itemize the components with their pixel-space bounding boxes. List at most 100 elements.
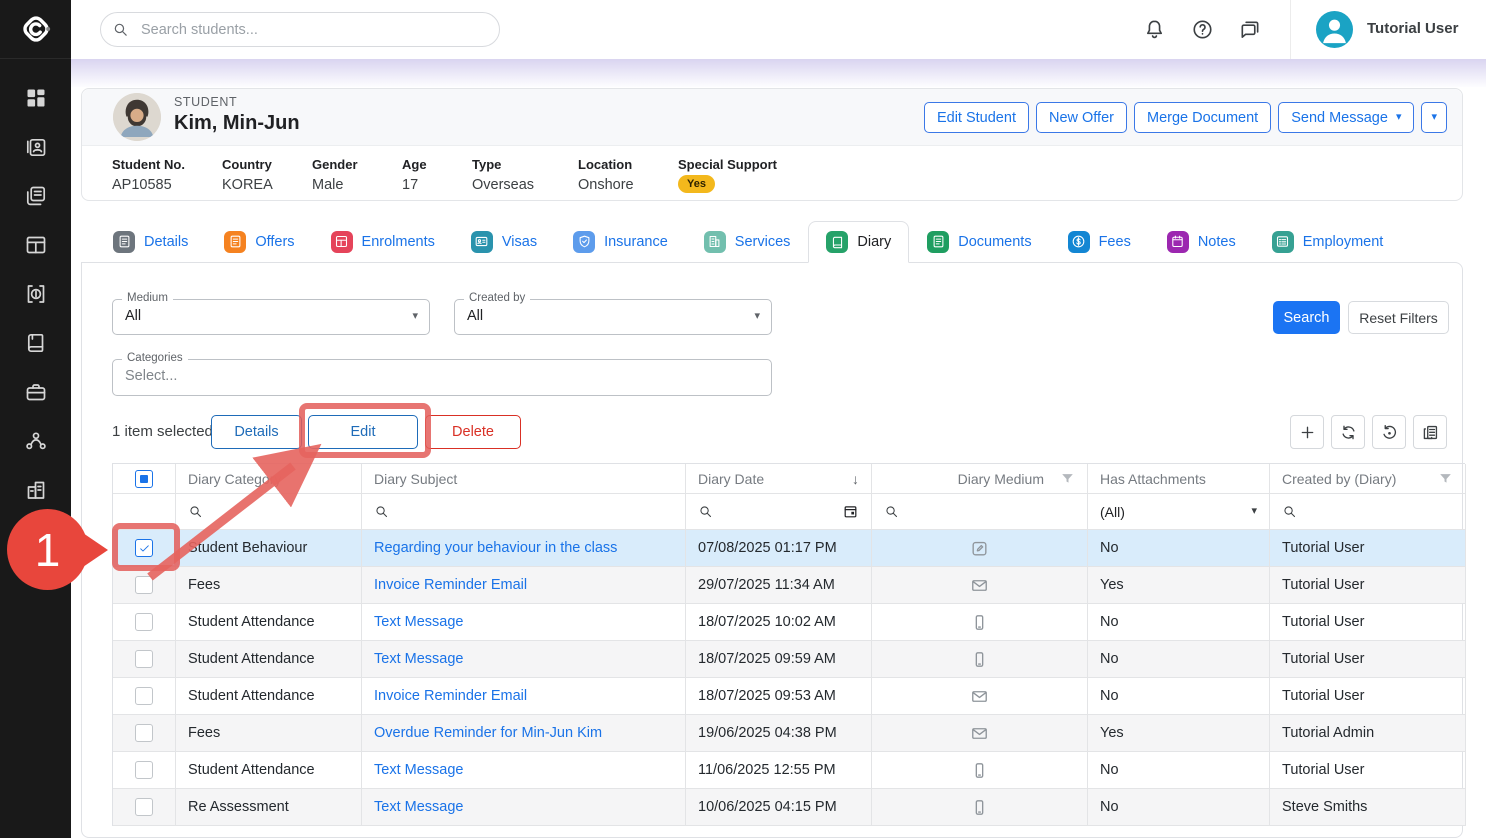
sidebar-item-enrolments[interactable] xyxy=(24,233,48,257)
diary-subject-link[interactable]: Overdue Reminder for Min-Jun Kim xyxy=(374,725,602,741)
tab-notes[interactable]: Notes xyxy=(1149,221,1254,262)
row-checkbox[interactable] xyxy=(135,761,153,779)
revert-button[interactable] xyxy=(1372,415,1406,449)
details-button[interactable]: Details xyxy=(211,415,302,449)
tab-label: Diary xyxy=(857,234,891,250)
tab-employment[interactable]: Employment xyxy=(1254,221,1402,262)
filter-cell-has-attachments[interactable]: (All)▾ xyxy=(1088,494,1270,530)
column-header-created-by-diary-[interactable]: Created by (Diary) xyxy=(1270,464,1466,494)
filter-cell-empty xyxy=(113,494,176,530)
topbar-gradient xyxy=(71,59,1486,87)
row-checkbox[interactable] xyxy=(135,539,153,557)
edit-student-button[interactable]: Edit Student xyxy=(924,102,1029,133)
table-row[interactable]: FeesOverdue Reminder for Min-Jun Kim19/0… xyxy=(113,715,1465,752)
filter-cell-diary-category[interactable] xyxy=(176,494,362,530)
tab-enrolments[interactable]: Enrolments xyxy=(313,221,453,262)
column-header-diary-subject[interactable]: Diary Subject xyxy=(362,464,686,494)
column-header-has-attachments[interactable]: Has Attachments xyxy=(1088,464,1270,494)
column-header-diary-date[interactable]: Diary Date↓ xyxy=(686,464,872,494)
tab-services[interactable]: Services xyxy=(686,221,809,262)
table-row[interactable]: Student AttendanceInvoice Reminder Email… xyxy=(113,678,1465,715)
sidebar-item-dashboard[interactable] xyxy=(24,86,48,110)
diary-subject-link[interactable]: Regarding your behaviour in the class xyxy=(374,540,617,556)
info-special-support: Special SupportYes xyxy=(678,157,777,193)
tab-visas[interactable]: Visas xyxy=(453,221,555,262)
more-actions-button[interactable]: ▾ xyxy=(1421,102,1447,133)
search-input[interactable] xyxy=(100,12,500,47)
table-row[interactable]: Student BehaviourRegarding your behaviou… xyxy=(113,530,1465,567)
diary-subject-link[interactable]: Text Message xyxy=(374,614,463,630)
table-row[interactable]: Re AssessmentText Message10/06/2025 04:1… xyxy=(113,789,1465,826)
diary-subject-link[interactable]: Invoice Reminder Email xyxy=(374,688,527,704)
student-name: Kim, Min-Jun xyxy=(174,112,300,135)
row-checkbox[interactable] xyxy=(135,613,153,631)
help-icon[interactable] xyxy=(1191,18,1214,41)
tab-documents[interactable]: Documents xyxy=(909,221,1049,262)
table-row[interactable]: FeesInvoice Reminder Email29/07/2025 11:… xyxy=(113,567,1465,604)
sidebar-item-students[interactable] xyxy=(24,135,48,159)
tab-diary[interactable]: Diary xyxy=(808,221,909,263)
info-age: Age17 xyxy=(402,157,472,193)
filter-funnel-icon[interactable] xyxy=(1438,471,1453,486)
messages-icon[interactable] xyxy=(1238,18,1261,41)
sidebar-item-agents[interactable] xyxy=(24,429,48,453)
tab-offers[interactable]: Offers xyxy=(206,221,312,262)
column-header-diary-category[interactable]: Diary Category xyxy=(176,464,362,494)
table-row[interactable]: Student AttendanceText Message18/07/2025… xyxy=(113,641,1465,678)
row-checkbox[interactable] xyxy=(135,650,153,668)
diary-category: Student Attendance xyxy=(188,614,315,630)
row-checkbox[interactable] xyxy=(135,576,153,594)
edit-button[interactable]: Edit xyxy=(308,415,418,449)
filter-funnel-icon[interactable] xyxy=(1060,471,1075,486)
filter-cell-diary-subject[interactable] xyxy=(362,494,686,530)
has-attachments-value: No xyxy=(1100,688,1119,704)
tab-fees[interactable]: Fees xyxy=(1050,221,1149,262)
sidebar-item-fees[interactable] xyxy=(24,282,48,306)
user-avatar[interactable] xyxy=(1316,11,1353,48)
row-checkbox[interactable] xyxy=(135,687,153,705)
sidebar-item-diary[interactable] xyxy=(24,331,48,355)
delete-button[interactable]: Delete xyxy=(425,415,521,449)
refresh-button[interactable] xyxy=(1331,415,1365,449)
diary-subject-link[interactable]: Invoice Reminder Email xyxy=(374,577,527,593)
user-name[interactable]: Tutorial User xyxy=(1367,20,1458,37)
row-checkbox[interactable] xyxy=(135,798,153,816)
add-row-button[interactable] xyxy=(1290,415,1324,449)
table-filter-row: (All)▾ xyxy=(113,494,1465,530)
created-by-filter[interactable]: Created by All ▾ xyxy=(454,299,772,335)
table-row[interactable]: Student AttendanceText Message11/06/2025… xyxy=(113,752,1465,789)
categories-filter[interactable]: Categories Select... xyxy=(112,359,772,396)
filter-cell-created-by-diary-[interactable] xyxy=(1270,494,1466,530)
column-header-label: Diary Medium xyxy=(958,471,1044,487)
merge-document-button[interactable]: Merge Document xyxy=(1134,102,1271,133)
select-all-checkbox[interactable] xyxy=(135,470,153,488)
tab-details[interactable]: Details xyxy=(95,221,206,262)
row-checkbox[interactable] xyxy=(135,724,153,742)
diary-subject-link[interactable]: Text Message xyxy=(374,799,463,815)
medium-filter[interactable]: Medium All ▾ xyxy=(112,299,430,335)
send-message-button[interactable]: Send Message▾ xyxy=(1278,102,1414,133)
column-search-icon xyxy=(1282,504,1297,519)
attachments-filter-select[interactable]: (All)▾ xyxy=(1100,504,1257,520)
sort-desc-icon[interactable]: ↓ xyxy=(852,471,859,487)
tab-insurance[interactable]: Insurance xyxy=(555,221,686,262)
diary-subject-link[interactable]: Text Message xyxy=(374,651,463,667)
diary-subject-link[interactable]: Text Message xyxy=(374,762,463,778)
calendar-icon[interactable] xyxy=(842,503,859,520)
sms-icon xyxy=(970,650,989,669)
table-row[interactable]: Student AttendanceText Message18/07/2025… xyxy=(113,604,1465,641)
app-logo[interactable] xyxy=(0,0,71,59)
sidebar-item-campus[interactable] xyxy=(24,478,48,502)
app-logo-icon xyxy=(19,12,53,46)
sidebar-item-offers[interactable] xyxy=(24,184,48,208)
filter-cell-diary-medium[interactable] xyxy=(872,494,1088,530)
search-button[interactable]: Search xyxy=(1273,301,1340,334)
column-chooser-button[interactable] xyxy=(1413,415,1447,449)
notifications-icon[interactable] xyxy=(1143,18,1166,41)
reset-filters-button[interactable]: Reset Filters xyxy=(1348,301,1449,334)
student-header-card: STUDENT Kim, Min-Jun Edit StudentNew Off… xyxy=(81,88,1463,201)
sidebar-item-services[interactable] xyxy=(24,380,48,404)
filter-cell-diary-date[interactable] xyxy=(686,494,872,530)
new-offer-button[interactable]: New Offer xyxy=(1036,102,1127,133)
column-header-diary-medium[interactable]: Diary Medium xyxy=(872,464,1088,494)
